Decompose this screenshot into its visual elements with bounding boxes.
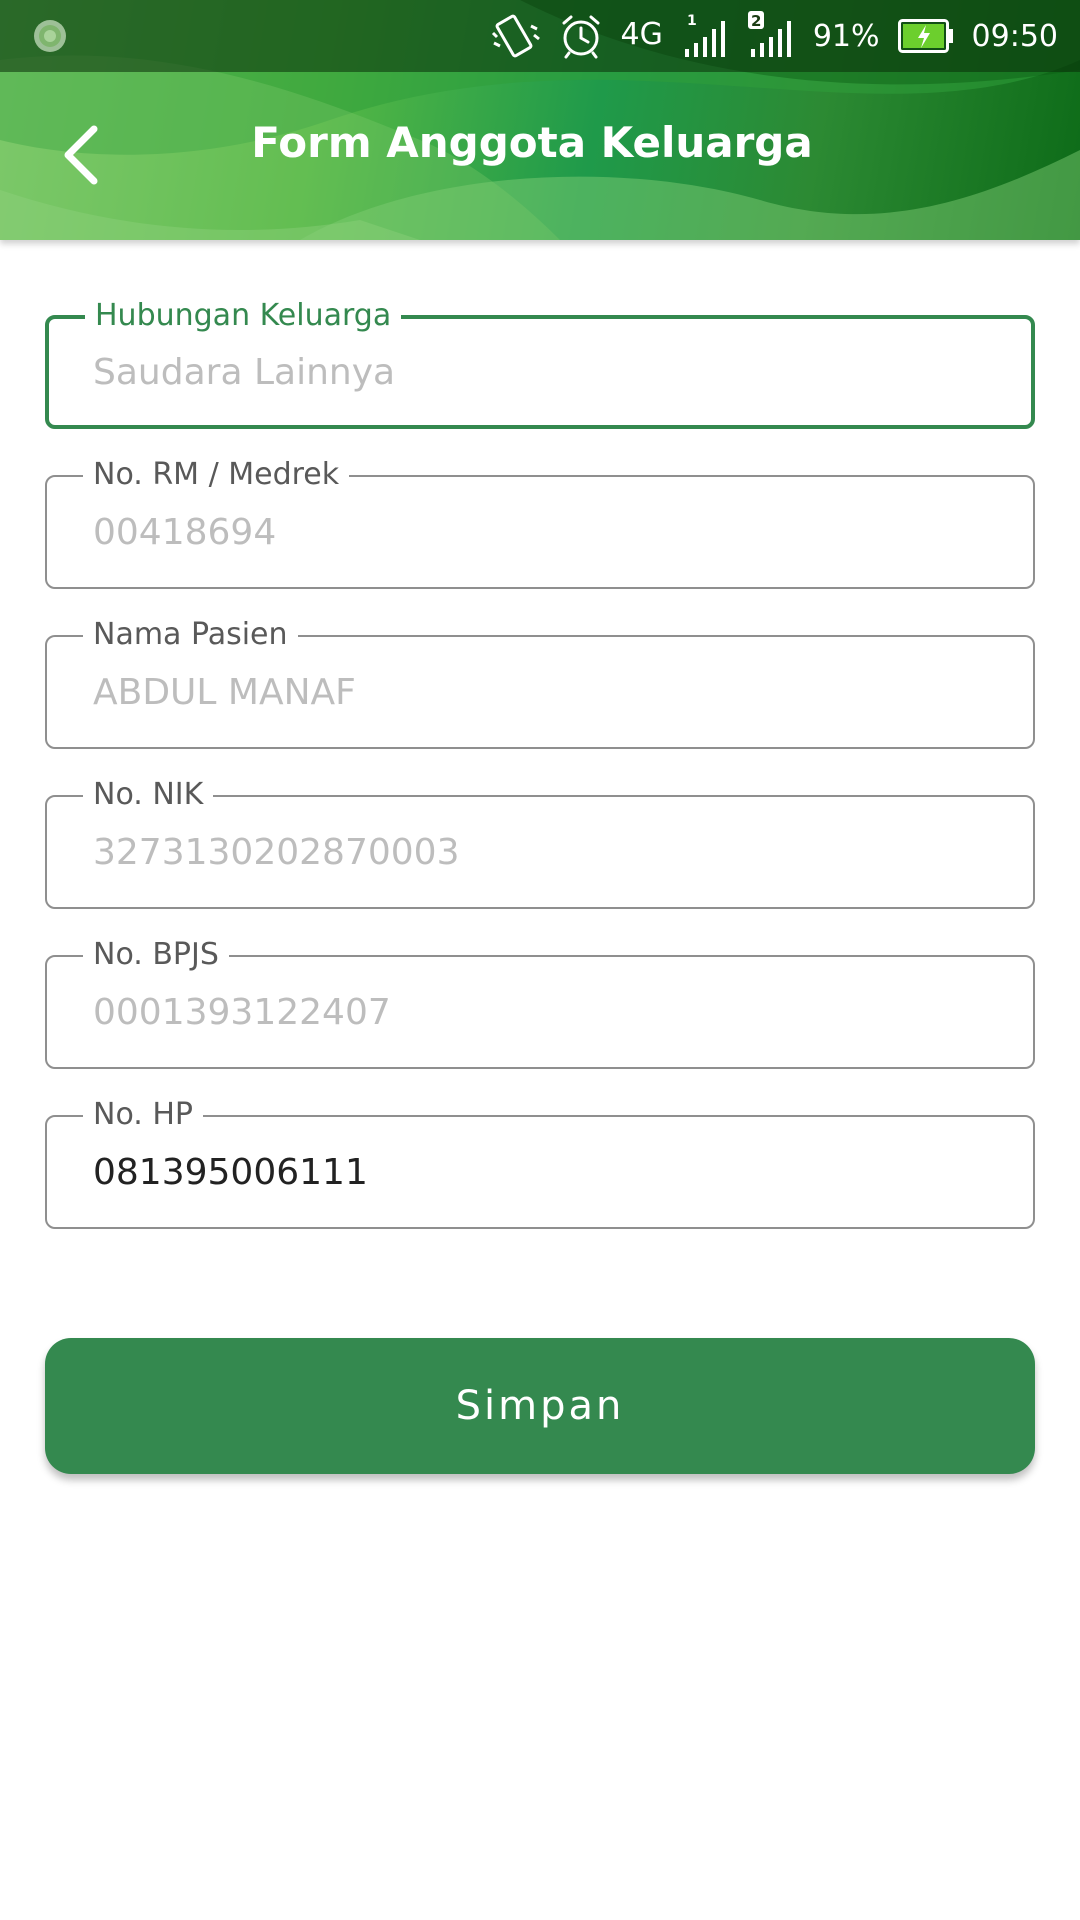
page-title: Form Anggota Keluarga [251,118,813,167]
svg-text:2: 2 [751,12,761,30]
no-nik-label: No. NIK [83,777,214,813]
battery-percent: 91% [812,18,880,54]
signal-sim1-icon: 1 [684,13,725,57]
no-hp-label: No. HP [83,1097,203,1133]
no-nik-input[interactable] [93,827,993,877]
hubungan-keluarga-label: Hubungan Keluarga [85,298,402,334]
hubungan-keluarga-field[interactable]: Hubungan Keluarga [45,298,1035,429]
no-nik-field[interactable]: No. NIK [45,777,1035,909]
no-rm-label: No. RM / Medrek [83,457,350,493]
status-bar: 4G 1 2 91% 09:50 [0,0,1080,72]
network-type: 4G [620,16,663,52]
save-button[interactable]: Simpan [45,1338,1035,1474]
no-bpjs-field[interactable]: No. BPJS [45,937,1035,1069]
vibrate-icon [491,14,540,58]
status-icons: 4G 1 2 91% 09:50 [491,0,1058,72]
clock: 09:50 [971,18,1058,54]
no-hp-input[interactable] [93,1147,993,1197]
no-hp-field[interactable]: No. HP [45,1097,1035,1229]
battery-charging-icon [897,19,953,53]
nama-pasien-label: Nama Pasien [83,617,298,653]
nama-pasien-input[interactable] [93,667,993,717]
app-notification-icon [34,20,66,52]
signal-sim2-icon: 2 [747,11,791,57]
no-bpjs-label: No. BPJS [83,937,229,973]
no-rm-field[interactable]: No. RM / Medrek [45,457,1035,589]
no-rm-input[interactable] [93,507,993,557]
svg-text:1: 1 [687,13,697,29]
nama-pasien-field[interactable]: Nama Pasien [45,617,1035,749]
no-bpjs-input[interactable] [93,987,993,1037]
hubungan-keluarga-input[interactable] [93,347,993,397]
alarm-icon [562,15,599,59]
